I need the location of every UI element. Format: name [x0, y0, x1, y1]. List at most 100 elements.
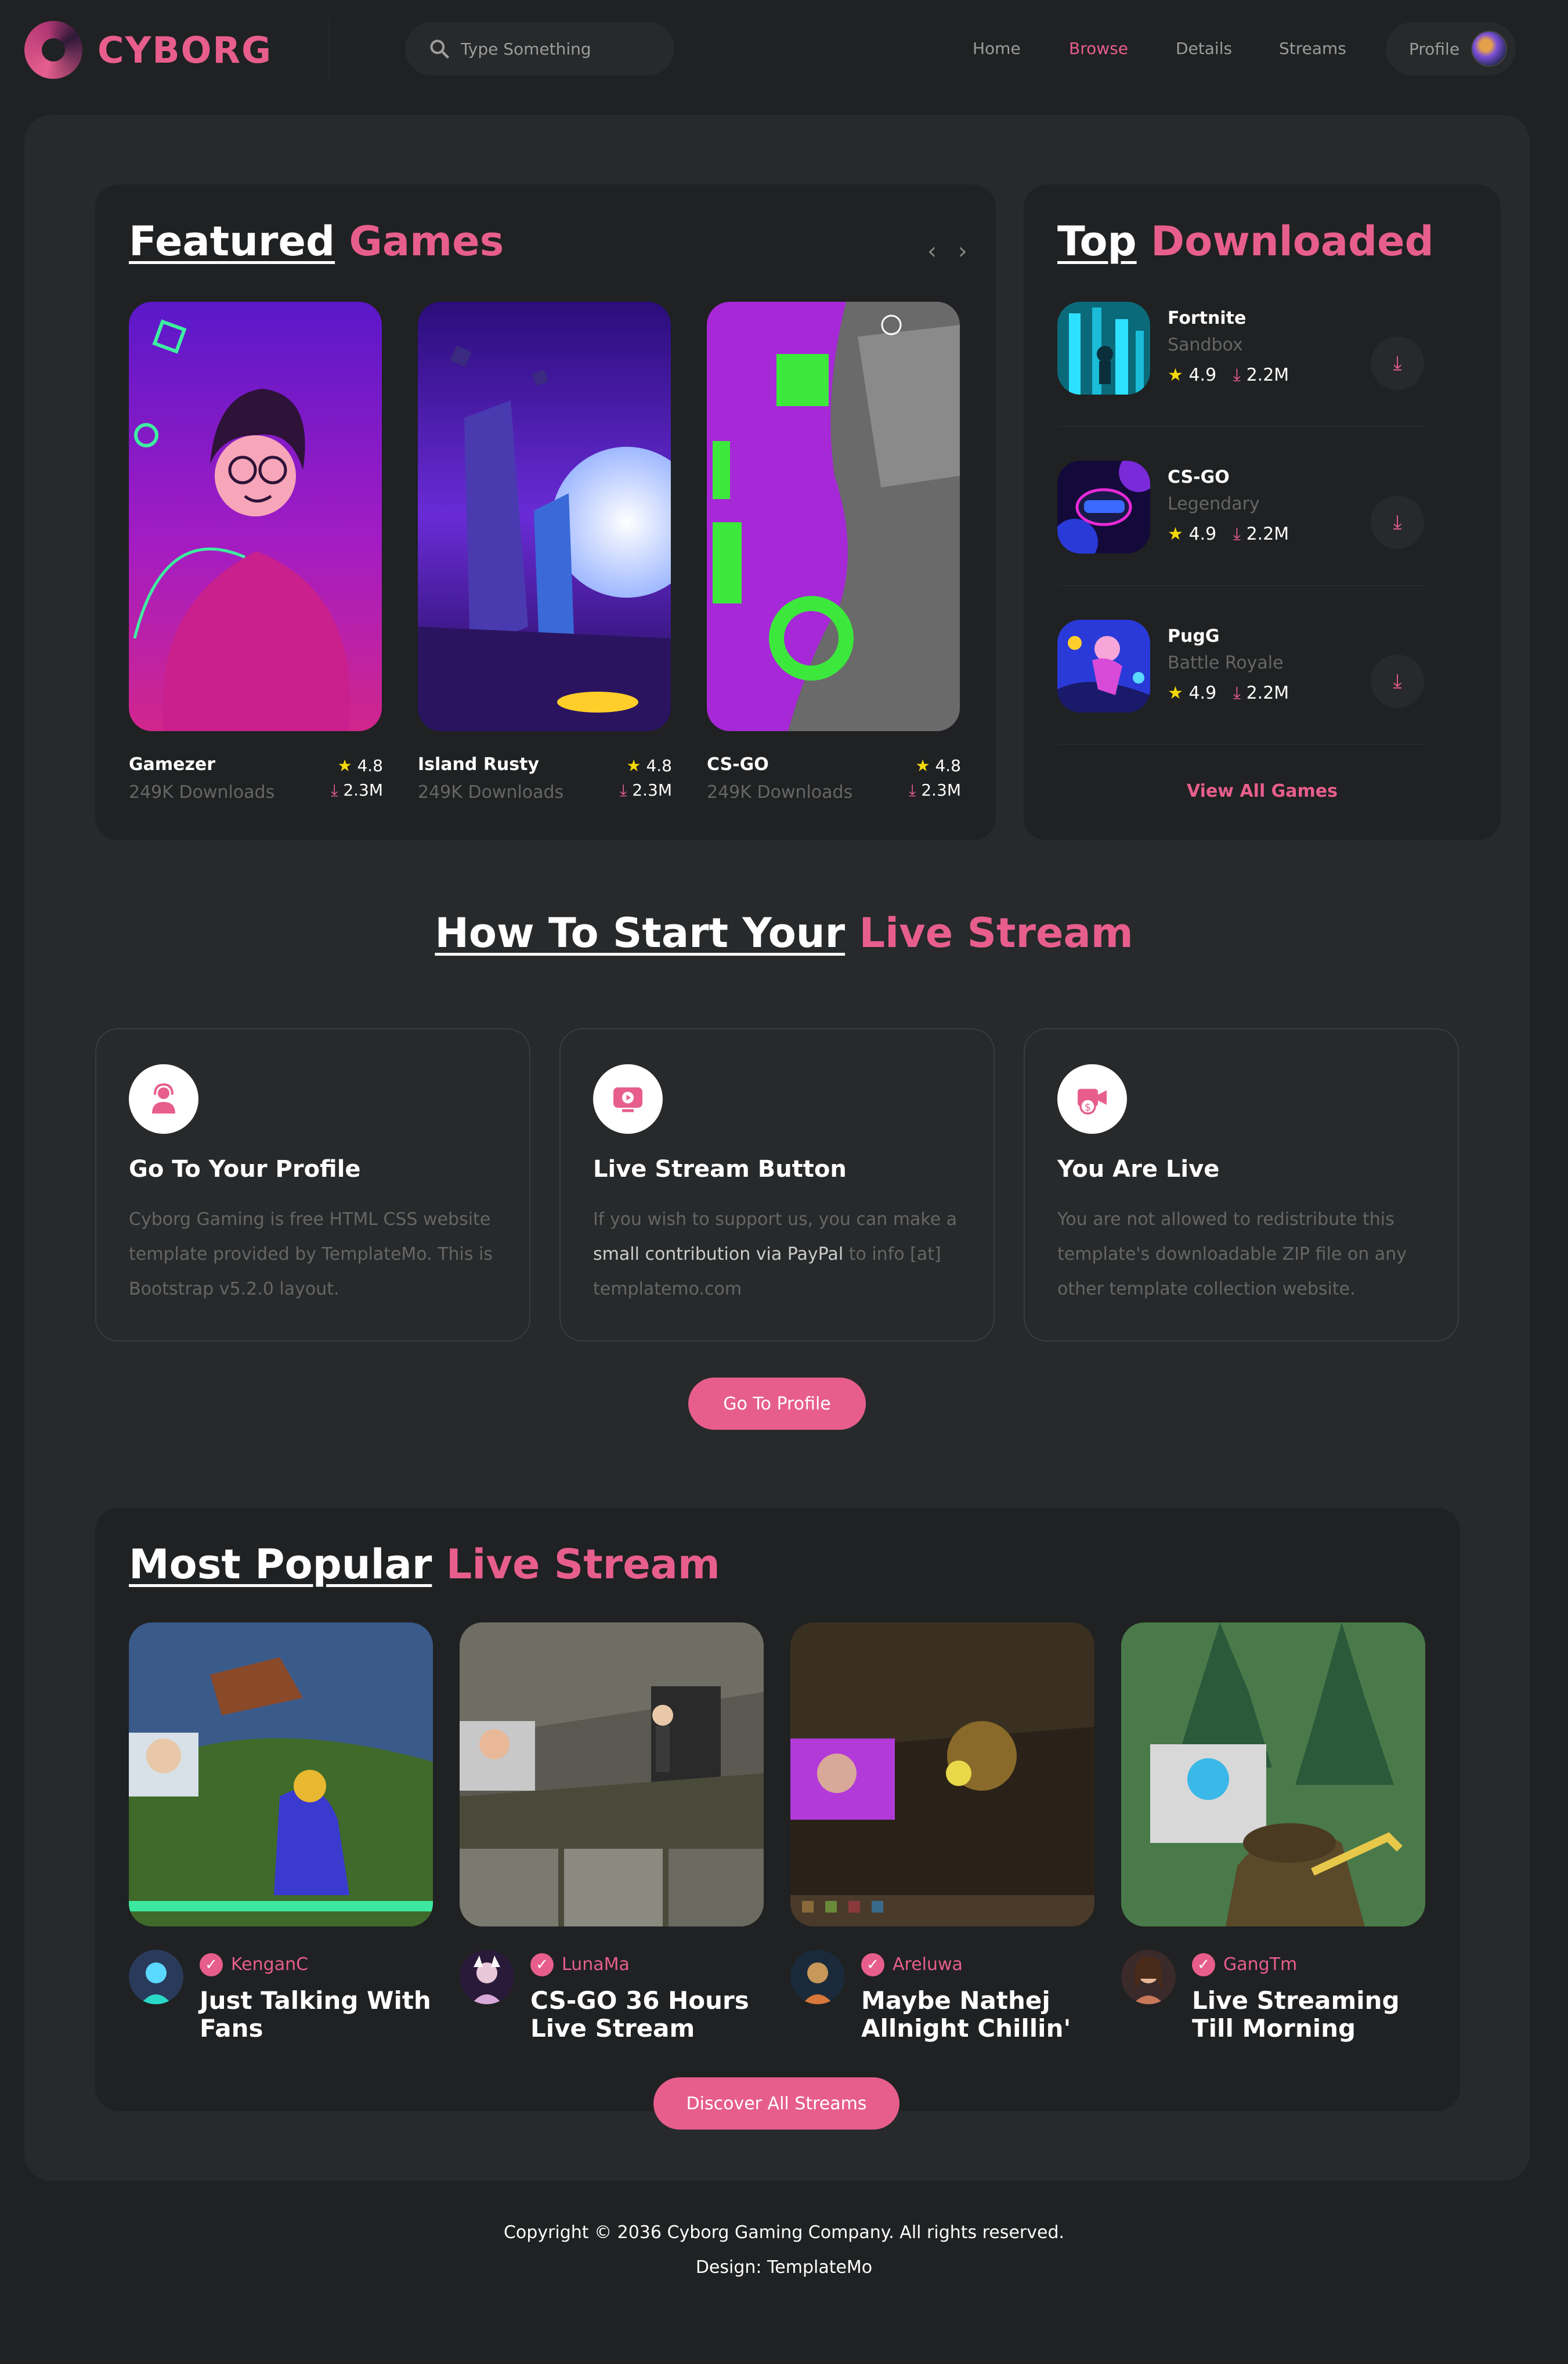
nav-streams[interactable]: Streams [1279, 38, 1346, 59]
td-name: PugG [1168, 626, 1220, 646]
game-rating: ★ 4.8 [313, 756, 383, 776]
download-icon: ⤓ [1233, 365, 1241, 385]
game-thumb-csgo[interactable] [707, 302, 960, 731]
download-button[interactable]: ⤓ [1371, 655, 1424, 708]
count-value: 2.3M [921, 780, 961, 800]
game-artwork [707, 302, 960, 731]
download-icon: ⤓ [1393, 352, 1402, 375]
stream-title[interactable]: Maybe Nathej Allnight Chillin' [861, 1987, 1093, 2043]
carousel-arrows[interactable]: ‹ › [927, 238, 974, 265]
stream-thumb[interactable] [1121, 1622, 1425, 1926]
td-category: Sandbox [1168, 335, 1243, 355]
game-downloads: 249K Downloads [418, 782, 564, 803]
avatar[interactable] [129, 1950, 183, 2004]
discover-all-streams-button[interactable]: Discover All Streams [653, 2077, 899, 2130]
download-icon: ⤓ [909, 780, 916, 800]
verified-icon: ✓ [200, 1953, 223, 1976]
search-icon [430, 39, 449, 59]
featured-heading-accent: Games [349, 218, 504, 265]
streamer-label: KenganC [231, 1954, 309, 1975]
rating-value: 4.9 [1188, 365, 1217, 385]
step-title: You Are Live [1057, 1156, 1220, 1183]
stream-thumb[interactable] [790, 1622, 1094, 1926]
nav-home[interactable]: Home [973, 38, 1021, 59]
streamer-name[interactable]: ✓ LunaMa [530, 1953, 630, 1976]
divider [1057, 426, 1425, 427]
streamer-name[interactable]: ✓ GangTm [1192, 1953, 1297, 1976]
go-to-profile-button[interactable]: Go To Profile [688, 1378, 866, 1430]
top-downloaded-heading: Top Downloaded [1057, 217, 1434, 266]
logo-icon[interactable] [24, 21, 82, 79]
featured-heading-plain: Featured [129, 218, 335, 265]
stream-artwork [790, 1622, 1094, 1926]
featured-heading: Featured Games [129, 217, 504, 266]
avatar[interactable] [1121, 1950, 1176, 2004]
verified-icon: ✓ [1192, 1953, 1215, 1976]
td-thumb-fortnite[interactable] [1057, 302, 1150, 395]
avatar[interactable] [790, 1950, 845, 2004]
howto-heading-accent: Live Stream [859, 909, 1133, 957]
game-rating: ★ 4.8 [891, 756, 961, 776]
camera-money-icon: $ [1057, 1064, 1127, 1134]
search-input[interactable] [461, 39, 670, 59]
profile-label: Profile [1409, 39, 1460, 59]
star-icon: ★ [1168, 365, 1183, 385]
streamer-label: Areluwa [893, 1954, 963, 1975]
nav-browse[interactable]: Browse [1069, 38, 1128, 59]
view-all-games-link[interactable]: View All Games [1024, 781, 1501, 801]
game-artwork [1057, 302, 1150, 395]
count-value: 2.2M [1246, 683, 1289, 703]
header-divider [328, 17, 330, 81]
rating-value: 4.8 [646, 756, 672, 775]
brand-name[interactable]: CYBORG [97, 30, 272, 71]
td-thumb-pugg[interactable] [1057, 620, 1150, 713]
search-bar[interactable] [405, 22, 674, 75]
td-name: Fortnite [1168, 308, 1247, 328]
download-icon: ⤓ [1233, 683, 1241, 703]
nav-details[interactable]: Details [1176, 38, 1232, 59]
td-stats: ★ 4.9 ⤓ 2.2M [1168, 682, 1289, 704]
popular-heading: Most Popular Live Stream [129, 1540, 720, 1589]
step-text: You are not allowed to redistribute this… [1057, 1209, 1407, 1299]
step-title: Live Stream Button [593, 1156, 847, 1183]
rating-value: 4.9 [1188, 524, 1217, 544]
download-icon: ⤓ [331, 780, 338, 800]
howto-heading: How To Start Your Live Stream [0, 909, 1568, 957]
stream-title[interactable]: Just Talking With Fans [200, 1987, 432, 2043]
stream-title[interactable]: CS-GO 36 Hours Live Stream [530, 1987, 763, 2043]
count-value: 2.2M [1246, 524, 1289, 544]
download-button[interactable]: ⤓ [1371, 496, 1424, 549]
divider [1057, 744, 1425, 745]
game-thumb-gamezer[interactable] [129, 302, 382, 731]
download-button[interactable]: ⤓ [1371, 337, 1424, 390]
popular-heading-accent: Live Stream [446, 1541, 720, 1588]
td-category: Battle Royale [1168, 653, 1284, 673]
game-artwork [129, 302, 382, 731]
footer-design-credit[interactable]: Design: TemplateMo [0, 2256, 1568, 2279]
td-thumb-csgo[interactable] [1057, 461, 1150, 554]
rating-value: 4.8 [357, 756, 383, 775]
profile-button[interactable]: Profile [1386, 22, 1516, 75]
divider [1057, 585, 1425, 586]
paypal-link[interactable]: small contribution via PayPal [593, 1244, 843, 1264]
step-text-part: If you wish to support us, you can make … [593, 1209, 958, 1230]
stream-title[interactable]: Live Streaming Till Morning [1192, 1987, 1424, 2043]
step-text: If you wish to support us, you can make … [593, 1202, 964, 1307]
star-icon: ★ [337, 756, 352, 775]
avatar[interactable] [460, 1950, 514, 2004]
download-icon: ⤓ [620, 780, 627, 800]
game-downloads: 249K Downloads [129, 782, 275, 803]
star-icon: ★ [626, 756, 641, 775]
game-artwork [1057, 620, 1150, 713]
stream-thumb[interactable] [129, 1622, 433, 1926]
rating-value: 4.9 [1188, 683, 1217, 703]
game-name: Island Rusty [418, 754, 540, 775]
count-value: 2.3M [632, 780, 672, 800]
streamer-name[interactable]: ✓ Areluwa [861, 1953, 963, 1976]
streamer-name[interactable]: ✓ KenganC [200, 1953, 308, 1976]
td-name: CS-GO [1168, 467, 1230, 487]
footer-copyright: Copyright © 2036 Cyborg Gaming Company. … [503, 2222, 1065, 2243]
game-thumb-island-rusty[interactable] [418, 302, 671, 731]
td-stats: ★ 4.9 ⤓ 2.2M [1168, 364, 1289, 386]
stream-thumb[interactable] [460, 1622, 764, 1926]
